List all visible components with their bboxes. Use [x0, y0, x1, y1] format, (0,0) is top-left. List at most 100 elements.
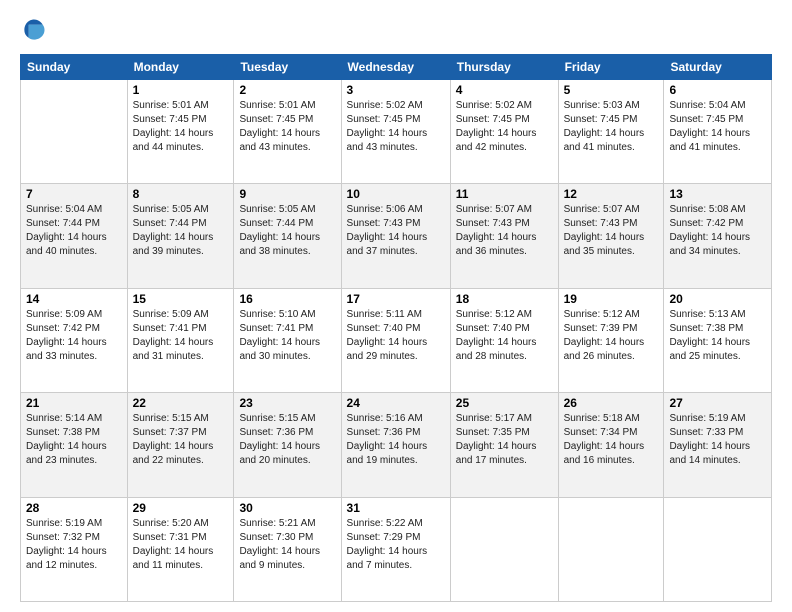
- calendar-weekday: Sunday: [21, 55, 128, 80]
- day-info: Sunrise: 5:02 AMSunset: 7:45 PMDaylight:…: [456, 99, 553, 155]
- header: [20, 16, 772, 44]
- calendar-cell: 22Sunrise: 5:15 AMSunset: 7:37 PMDayligh…: [127, 393, 234, 497]
- calendar-cell: 19 Sunrise: 5:12 AMSunset: 7:39 PMDayligh…: [558, 288, 664, 392]
- day-number: 23: [239, 396, 335, 410]
- day-info: Sunrise: 5:04 AMSunset: 7:44 PMDaylight:…: [26, 203, 122, 259]
- day-number: 13: [669, 187, 766, 201]
- calendar-weekday: Tuesday: [234, 55, 341, 80]
- logo-icon: [20, 16, 48, 44]
- calendar-cell: 4 Sunrise: 5:02 AMSunset: 7:45 PMDaylight…: [450, 80, 558, 184]
- calendar-table: SundayMondayTuesdayWednesdayThursdayFrid…: [20, 54, 772, 602]
- day-number: 31: [347, 501, 445, 515]
- calendar-cell: [21, 80, 128, 184]
- calendar-cell: 5Sunrise: 5:03 AMSunset: 7:45 PMDaylight…: [558, 80, 664, 184]
- calendar-cell: 12 Sunrise: 5:07 AMSunset: 7:43 PMDayligh…: [558, 184, 664, 288]
- day-info: Sunrise: 5:03 AMSunset: 7:45 PMDaylight:…: [564, 99, 659, 155]
- calendar-cell: 2 Sunrise: 5:01 AMSunset: 7:45 PMDaylight…: [234, 80, 341, 184]
- day-info: Sunrise: 5:06 AMSunset: 7:43 PMDaylight:…: [347, 203, 445, 259]
- calendar-cell: 26 Sunrise: 5:18 AMSunset: 7:34 PMDayligh…: [558, 393, 664, 497]
- day-number: 6: [669, 83, 766, 97]
- day-info: Sunrise: 5:13 AMSunset: 7:38 PMDaylight:…: [669, 308, 766, 364]
- day-number: 27: [669, 396, 766, 410]
- day-info: Sunrise: 5:04 AMSunset: 7:45 PMDaylight:…: [669, 99, 766, 155]
- day-info: Sunrise: 5:09 AMSunset: 7:42 PMDaylight:…: [26, 308, 122, 364]
- calendar-weekday: Saturday: [664, 55, 772, 80]
- day-info: Sunrise: 5:19 AMSunset: 7:33 PMDaylight:…: [669, 412, 766, 468]
- calendar-cell: [558, 497, 664, 601]
- calendar-cell: 8Sunrise: 5:05 AMSunset: 7:44 PMDaylight…: [127, 184, 234, 288]
- calendar-cell: 28 Sunrise: 5:19 AMSunset: 7:32 PMDayligh…: [21, 497, 128, 601]
- day-info: Sunrise: 5:22 AMSunset: 7:29 PMDaylight:…: [347, 517, 445, 573]
- calendar-cell: 23 Sunrise: 5:15 AMSunset: 7:36 PMDayligh…: [234, 393, 341, 497]
- day-info: Sunrise: 5:14 AMSunset: 7:38 PMDaylight:…: [26, 412, 122, 468]
- day-number: 24: [347, 396, 445, 410]
- day-number: 9: [239, 187, 335, 201]
- day-number: 15: [133, 292, 229, 306]
- day-info: Sunrise: 5:20 AMSunset: 7:31 PMDaylight:…: [133, 517, 229, 573]
- calendar-cell: [450, 497, 558, 601]
- day-info: Sunrise: 5:15 AMSunset: 7:36 PMDaylight:…: [239, 412, 335, 468]
- calendar-cell: 11Sunrise: 5:07 AMSunset: 7:43 PMDayligh…: [450, 184, 558, 288]
- calendar-week-row: 1 Sunrise: 5:01 AMSunset: 7:45 PMDaylight…: [21, 80, 772, 184]
- day-number: 2: [239, 83, 335, 97]
- calendar-cell: 17Sunrise: 5:11 AMSunset: 7:40 PMDayligh…: [341, 288, 450, 392]
- calendar-cell: 10 Sunrise: 5:06 AMSunset: 7:43 PMDayligh…: [341, 184, 450, 288]
- calendar-weekday: Friday: [558, 55, 664, 80]
- day-info: Sunrise: 5:12 AMSunset: 7:39 PMDaylight:…: [564, 308, 659, 364]
- day-info: Sunrise: 5:02 AMSunset: 7:45 PMDaylight:…: [347, 99, 445, 155]
- day-info: Sunrise: 5:08 AMSunset: 7:42 PMDaylight:…: [669, 203, 766, 259]
- calendar-cell: 3 Sunrise: 5:02 AMSunset: 7:45 PMDaylight…: [341, 80, 450, 184]
- day-info: Sunrise: 5:19 AMSunset: 7:32 PMDaylight:…: [26, 517, 122, 573]
- calendar-cell: 24 Sunrise: 5:16 AMSunset: 7:36 PMDayligh…: [341, 393, 450, 497]
- day-number: 10: [347, 187, 445, 201]
- calendar-header-row: SundayMondayTuesdayWednesdayThursdayFrid…: [21, 55, 772, 80]
- day-info: Sunrise: 5:15 AMSunset: 7:37 PMDaylight:…: [133, 412, 229, 468]
- day-number: 19: [564, 292, 659, 306]
- calendar-cell: 16 Sunrise: 5:10 AMSunset: 7:41 PMDayligh…: [234, 288, 341, 392]
- calendar-cell: 6 Sunrise: 5:04 AMSunset: 7:45 PMDaylight…: [664, 80, 772, 184]
- calendar-cell: 13 Sunrise: 5:08 AMSunset: 7:42 PMDayligh…: [664, 184, 772, 288]
- day-info: Sunrise: 5:12 AMSunset: 7:40 PMDaylight:…: [456, 308, 553, 364]
- calendar-weekday: Thursday: [450, 55, 558, 80]
- day-number: 1: [133, 83, 229, 97]
- calendar-cell: 30 Sunrise: 5:21 AMSunset: 7:30 PMDayligh…: [234, 497, 341, 601]
- day-number: 20: [669, 292, 766, 306]
- day-info: Sunrise: 5:01 AMSunset: 7:45 PMDaylight:…: [239, 99, 335, 155]
- calendar-cell: 25 Sunrise: 5:17 AMSunset: 7:35 PMDayligh…: [450, 393, 558, 497]
- calendar-cell: 27 Sunrise: 5:19 AMSunset: 7:33 PMDayligh…: [664, 393, 772, 497]
- day-info: Sunrise: 5:11 AMSunset: 7:40 PMDaylight:…: [347, 308, 445, 364]
- calendar-week-row: 7 Sunrise: 5:04 AMSunset: 7:44 PMDaylight…: [21, 184, 772, 288]
- day-number: 30: [239, 501, 335, 515]
- day-number: 12: [564, 187, 659, 201]
- day-number: 7: [26, 187, 122, 201]
- calendar-cell: 15 Sunrise: 5:09 AMSunset: 7:41 PMDayligh…: [127, 288, 234, 392]
- day-info: Sunrise: 5:16 AMSunset: 7:36 PMDaylight:…: [347, 412, 445, 468]
- day-info: Sunrise: 5:10 AMSunset: 7:41 PMDaylight:…: [239, 308, 335, 364]
- day-info: Sunrise: 5:17 AMSunset: 7:35 PMDaylight:…: [456, 412, 553, 468]
- day-number: 11: [456, 187, 553, 201]
- day-info: Sunrise: 5:18 AMSunset: 7:34 PMDaylight:…: [564, 412, 659, 468]
- day-info: Sunrise: 5:07 AMSunset: 7:43 PMDaylight:…: [564, 203, 659, 259]
- page: SundayMondayTuesdayWednesdayThursdayFrid…: [0, 0, 792, 612]
- calendar-cell: 21Sunrise: 5:14 AMSunset: 7:38 PMDayligh…: [21, 393, 128, 497]
- logo: [20, 16, 52, 44]
- day-number: 14: [26, 292, 122, 306]
- calendar-weekday: Monday: [127, 55, 234, 80]
- calendar-cell: 7 Sunrise: 5:04 AMSunset: 7:44 PMDaylight…: [21, 184, 128, 288]
- day-number: 25: [456, 396, 553, 410]
- calendar-cell: 20 Sunrise: 5:13 AMSunset: 7:38 PMDayligh…: [664, 288, 772, 392]
- day-number: 18: [456, 292, 553, 306]
- day-info: Sunrise: 5:05 AMSunset: 7:44 PMDaylight:…: [133, 203, 229, 259]
- day-info: Sunrise: 5:01 AMSunset: 7:45 PMDaylight:…: [133, 99, 229, 155]
- calendar-cell: 14 Sunrise: 5:09 AMSunset: 7:42 PMDayligh…: [21, 288, 128, 392]
- calendar-weekday: Wednesday: [341, 55, 450, 80]
- day-number: 29: [133, 501, 229, 515]
- day-number: 4: [456, 83, 553, 97]
- day-number: 26: [564, 396, 659, 410]
- day-info: Sunrise: 5:09 AMSunset: 7:41 PMDaylight:…: [133, 308, 229, 364]
- day-number: 16: [239, 292, 335, 306]
- day-number: 28: [26, 501, 122, 515]
- day-number: 3: [347, 83, 445, 97]
- calendar-cell: 29 Sunrise: 5:20 AMSunset: 7:31 PMDayligh…: [127, 497, 234, 601]
- day-info: Sunrise: 5:21 AMSunset: 7:30 PMDaylight:…: [239, 517, 335, 573]
